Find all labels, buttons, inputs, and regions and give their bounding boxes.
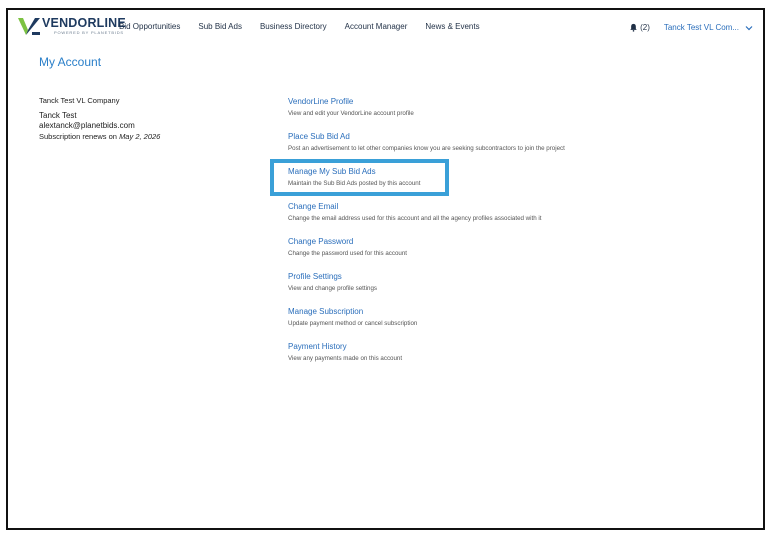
vendorline-profile-link[interactable]: VendorLine Profile [288,96,748,107]
account-summary: Tanck Test VL Company Tanck Test alextan… [39,96,239,142]
nav-bid-opportunities[interactable]: Bid Opportunities [119,22,180,31]
link-description: View and change profile settings [288,285,377,292]
link-description: Post an advertisement to let other compa… [288,145,565,152]
bell-icon[interactable] [629,23,638,32]
nav-account-manager[interactable]: Account Manager [345,22,408,31]
link-item-change-email: Change Email Change the email address us… [288,201,748,236]
link-description: Change the password used for this accoun… [288,250,408,257]
page-title: My Account [39,55,102,69]
renewal-date: May 2, 2026 [119,132,161,141]
user-name: Tanck Test [39,111,77,120]
link-item-profile-settings: Profile Settings View and change profile… [288,271,748,306]
user-email: alextanck@planetbids.com [39,121,135,130]
screenshot-frame: VENDORLINE POWERED BY PLANETBIDS Bid Opp… [6,8,765,530]
highlight-box [270,159,449,196]
vendorline-logo-icon [18,18,40,35]
nav-sub-bid-ads[interactable]: Sub Bid Ads [198,22,242,31]
header-tools: (2) Tanck Test VL Com... [629,23,753,32]
link-item-manage-subscription: Manage Subscription Update payment metho… [288,306,748,341]
logo-tagline: POWERED BY PLANETBIDS [54,30,124,35]
link-description: View any payments made on this account [288,355,403,362]
notification-count[interactable]: (2) [640,23,650,32]
company-name: Tanck Test VL Company [39,96,120,105]
renewal-label: Subscription renews on [39,132,117,141]
link-description: Change the email address used for this a… [288,215,542,222]
payment-history-link[interactable]: Payment History [288,341,748,352]
link-item-payment-history: Payment History View any payments made o… [288,341,748,376]
link-description: View and edit your VendorLine account pr… [288,110,414,117]
link-description: Update payment method or cancel subscrip… [288,320,418,327]
change-password-link[interactable]: Change Password [288,236,748,247]
nav-business-directory[interactable]: Business Directory [260,22,327,31]
chevron-down-icon [745,25,753,30]
nav-news-events[interactable]: News & Events [425,22,479,31]
account-links: VendorLine Profile View and edit your Ve… [288,96,748,376]
main-nav: Bid Opportunities Sub Bid Ads Business D… [119,22,498,31]
manage-subscription-link[interactable]: Manage Subscription [288,306,748,317]
logo-wordmark: VENDORLINE [42,16,126,30]
subscription-renewal: Subscription renews on May 2, 2026 [39,131,239,142]
link-item-vendorline-profile: VendorLine Profile View and edit your Ve… [288,96,748,131]
link-item-change-password: Change Password Change the password used… [288,236,748,271]
place-sub-bid-ad-link[interactable]: Place Sub Bid Ad [288,131,748,142]
vendorline-logo[interactable]: VENDORLINE POWERED BY PLANETBIDS [18,16,126,42]
change-email-link[interactable]: Change Email [288,201,748,212]
account-menu-button[interactable]: Tanck Test VL Com... [664,23,753,32]
top-navigation-bar: VENDORLINE POWERED BY PLANETBIDS Bid Opp… [8,10,763,48]
profile-settings-link[interactable]: Profile Settings [288,271,748,282]
account-menu-label: Tanck Test VL Com... [663,23,739,32]
